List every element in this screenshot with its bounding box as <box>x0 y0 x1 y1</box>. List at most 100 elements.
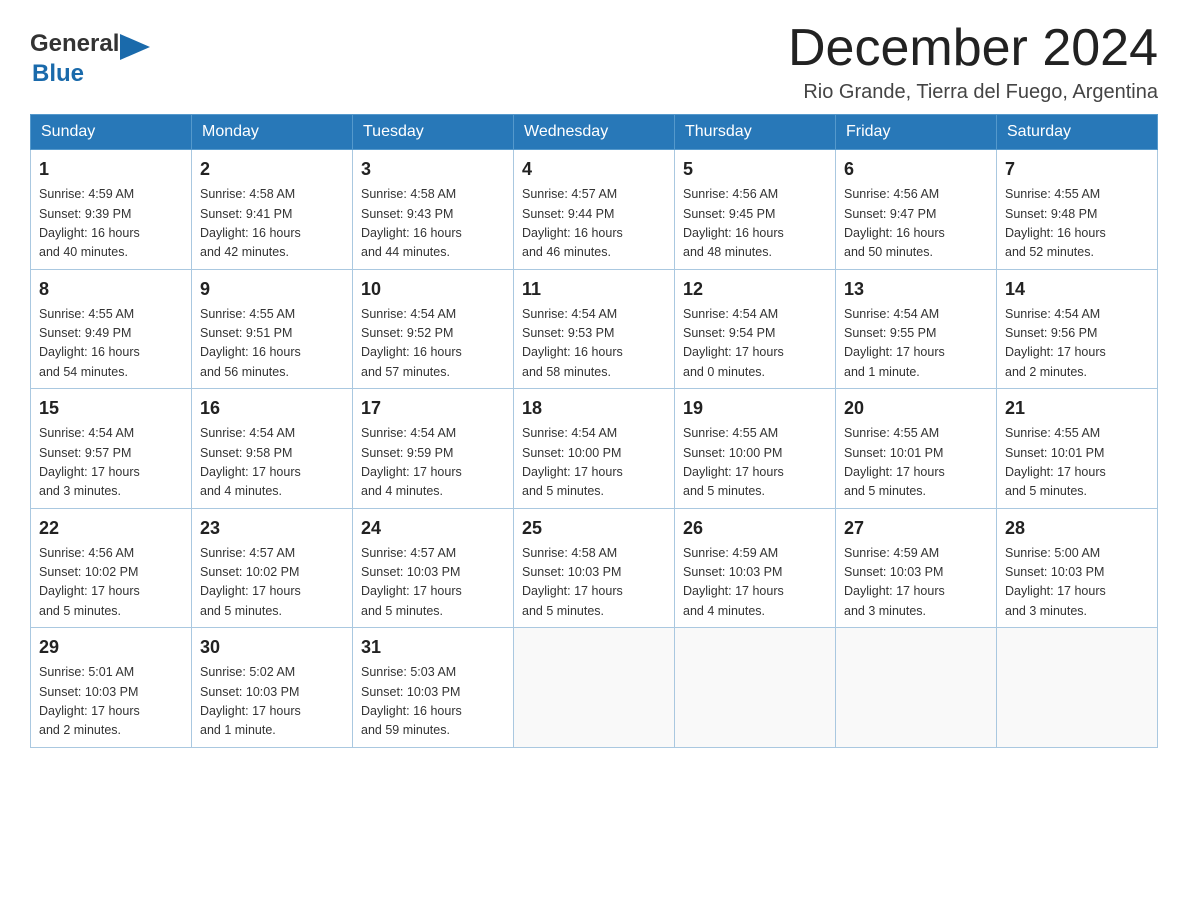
week-row-4: 22Sunrise: 4:56 AM Sunset: 10:02 PM Dayl… <box>31 508 1158 628</box>
day-number: 22 <box>39 515 183 542</box>
calendar-cell: 30Sunrise: 5:02 AM Sunset: 10:03 PM Dayl… <box>192 628 353 748</box>
calendar-cell: 4Sunrise: 4:57 AM Sunset: 9:44 PM Daylig… <box>514 150 675 270</box>
calendar-cell: 23Sunrise: 4:57 AM Sunset: 10:02 PM Dayl… <box>192 508 353 628</box>
day-info: Sunrise: 4:55 AM Sunset: 9:48 PM Dayligh… <box>1005 185 1149 263</box>
calendar-cell: 25Sunrise: 4:58 AM Sunset: 10:03 PM Dayl… <box>514 508 675 628</box>
day-info: Sunrise: 4:58 AM Sunset: 9:41 PM Dayligh… <box>200 185 344 263</box>
day-number: 28 <box>1005 515 1149 542</box>
location-subtitle: Rio Grande, Tierra del Fuego, Argentina <box>788 81 1158 104</box>
day-info: Sunrise: 4:54 AM Sunset: 9:52 PM Dayligh… <box>361 305 505 383</box>
day-number: 16 <box>200 395 344 422</box>
calendar-cell: 18Sunrise: 4:54 AM Sunset: 10:00 PM Dayl… <box>514 389 675 509</box>
day-number: 2 <box>200 156 344 183</box>
day-info: Sunrise: 5:02 AM Sunset: 10:03 PM Daylig… <box>200 663 344 741</box>
day-info: Sunrise: 4:57 AM Sunset: 10:02 PM Daylig… <box>200 544 344 622</box>
day-number: 20 <box>844 395 988 422</box>
day-number: 24 <box>361 515 505 542</box>
calendar-cell: 10Sunrise: 4:54 AM Sunset: 9:52 PM Dayli… <box>353 269 514 389</box>
day-info: Sunrise: 4:58 AM Sunset: 9:43 PM Dayligh… <box>361 185 505 263</box>
calendar-cell: 2Sunrise: 4:58 AM Sunset: 9:41 PM Daylig… <box>192 150 353 270</box>
day-info: Sunrise: 4:54 AM Sunset: 9:58 PM Dayligh… <box>200 424 344 502</box>
day-info: Sunrise: 4:56 AM Sunset: 10:02 PM Daylig… <box>39 544 183 622</box>
day-number: 9 <box>200 276 344 303</box>
day-info: Sunrise: 4:58 AM Sunset: 10:03 PM Daylig… <box>522 544 666 622</box>
calendar-cell: 31Sunrise: 5:03 AM Sunset: 10:03 PM Dayl… <box>353 628 514 748</box>
calendar-cell: 12Sunrise: 4:54 AM Sunset: 9:54 PM Dayli… <box>675 269 836 389</box>
day-number: 29 <box>39 634 183 661</box>
day-info: Sunrise: 4:56 AM Sunset: 9:47 PM Dayligh… <box>844 185 988 263</box>
day-info: Sunrise: 4:57 AM Sunset: 10:03 PM Daylig… <box>361 544 505 622</box>
calendar-cell: 6Sunrise: 4:56 AM Sunset: 9:47 PM Daylig… <box>836 150 997 270</box>
calendar-cell: 15Sunrise: 4:54 AM Sunset: 9:57 PM Dayli… <box>31 389 192 509</box>
logo-icon <box>120 34 150 60</box>
day-number: 21 <box>1005 395 1149 422</box>
calendar-cell: 3Sunrise: 4:58 AM Sunset: 9:43 PM Daylig… <box>353 150 514 270</box>
day-number: 3 <box>361 156 505 183</box>
day-number: 4 <box>522 156 666 183</box>
calendar-cell: 13Sunrise: 4:54 AM Sunset: 9:55 PM Dayli… <box>836 269 997 389</box>
calendar-cell: 29Sunrise: 5:01 AM Sunset: 10:03 PM Dayl… <box>31 628 192 748</box>
calendar-cell: 22Sunrise: 4:56 AM Sunset: 10:02 PM Dayl… <box>31 508 192 628</box>
calendar-cell: 17Sunrise: 4:54 AM Sunset: 9:59 PM Dayli… <box>353 389 514 509</box>
calendar-cell <box>997 628 1158 748</box>
week-row-2: 8Sunrise: 4:55 AM Sunset: 9:49 PM Daylig… <box>31 269 1158 389</box>
calendar-cell <box>675 628 836 748</box>
calendar-cell: 9Sunrise: 4:55 AM Sunset: 9:51 PM Daylig… <box>192 269 353 389</box>
day-info: Sunrise: 4:54 AM Sunset: 9:59 PM Dayligh… <box>361 424 505 502</box>
calendar-cell <box>514 628 675 748</box>
day-number: 25 <box>522 515 666 542</box>
day-number: 13 <box>844 276 988 303</box>
day-info: Sunrise: 5:03 AM Sunset: 10:03 PM Daylig… <box>361 663 505 741</box>
day-number: 17 <box>361 395 505 422</box>
day-number: 5 <box>683 156 827 183</box>
day-info: Sunrise: 4:55 AM Sunset: 10:01 PM Daylig… <box>1005 424 1149 502</box>
calendar-table: SundayMondayTuesdayWednesdayThursdayFrid… <box>30 114 1158 748</box>
day-info: Sunrise: 5:00 AM Sunset: 10:03 PM Daylig… <box>1005 544 1149 622</box>
calendar-cell: 14Sunrise: 4:54 AM Sunset: 9:56 PM Dayli… <box>997 269 1158 389</box>
logo-text: General Blue <box>30 30 151 88</box>
logo-general: General <box>30 30 119 57</box>
calendar-cell: 20Sunrise: 4:55 AM Sunset: 10:01 PM Dayl… <box>836 389 997 509</box>
day-info: Sunrise: 4:57 AM Sunset: 9:44 PM Dayligh… <box>522 185 666 263</box>
calendar-cell: 11Sunrise: 4:54 AM Sunset: 9:53 PM Dayli… <box>514 269 675 389</box>
day-info: Sunrise: 4:54 AM Sunset: 9:56 PM Dayligh… <box>1005 305 1149 383</box>
calendar-cell: 16Sunrise: 4:54 AM Sunset: 9:58 PM Dayli… <box>192 389 353 509</box>
weekday-header-tuesday: Tuesday <box>353 115 514 150</box>
day-info: Sunrise: 4:54 AM Sunset: 9:57 PM Dayligh… <box>39 424 183 502</box>
day-number: 19 <box>683 395 827 422</box>
day-number: 7 <box>1005 156 1149 183</box>
logo-blue: Blue <box>32 60 84 87</box>
calendar-cell: 1Sunrise: 4:59 AM Sunset: 9:39 PM Daylig… <box>31 150 192 270</box>
weekday-header-monday: Monday <box>192 115 353 150</box>
calendar-cell: 5Sunrise: 4:56 AM Sunset: 9:45 PM Daylig… <box>675 150 836 270</box>
day-info: Sunrise: 4:54 AM Sunset: 9:54 PM Dayligh… <box>683 305 827 383</box>
month-title: December 2024 <box>788 20 1158 77</box>
day-info: Sunrise: 4:55 AM Sunset: 9:49 PM Dayligh… <box>39 305 183 383</box>
day-info: Sunrise: 4:55 AM Sunset: 10:01 PM Daylig… <box>844 424 988 502</box>
weekday-header-sunday: Sunday <box>31 115 192 150</box>
day-number: 12 <box>683 276 827 303</box>
day-info: Sunrise: 4:56 AM Sunset: 9:45 PM Dayligh… <box>683 185 827 263</box>
day-number: 10 <box>361 276 505 303</box>
calendar-cell: 7Sunrise: 4:55 AM Sunset: 9:48 PM Daylig… <box>997 150 1158 270</box>
day-number: 14 <box>1005 276 1149 303</box>
day-info: Sunrise: 4:54 AM Sunset: 9:53 PM Dayligh… <box>522 305 666 383</box>
weekday-header-saturday: Saturday <box>997 115 1158 150</box>
day-number: 26 <box>683 515 827 542</box>
calendar-cell: 27Sunrise: 4:59 AM Sunset: 10:03 PM Dayl… <box>836 508 997 628</box>
day-info: Sunrise: 4:55 AM Sunset: 9:51 PM Dayligh… <box>200 305 344 383</box>
day-number: 8 <box>39 276 183 303</box>
day-number: 11 <box>522 276 666 303</box>
calendar-cell <box>836 628 997 748</box>
day-info: Sunrise: 4:59 AM Sunset: 10:03 PM Daylig… <box>844 544 988 622</box>
day-number: 15 <box>39 395 183 422</box>
header: General Blue December 2024 Rio Grande, T… <box>30 20 1158 104</box>
week-row-3: 15Sunrise: 4:54 AM Sunset: 9:57 PM Dayli… <box>31 389 1158 509</box>
day-info: Sunrise: 5:01 AM Sunset: 10:03 PM Daylig… <box>39 663 183 741</box>
weekday-header-friday: Friday <box>836 115 997 150</box>
weekday-header-wednesday: Wednesday <box>514 115 675 150</box>
day-number: 31 <box>361 634 505 661</box>
week-row-1: 1Sunrise: 4:59 AM Sunset: 9:39 PM Daylig… <box>31 150 1158 270</box>
calendar-cell: 24Sunrise: 4:57 AM Sunset: 10:03 PM Dayl… <box>353 508 514 628</box>
logo-area: General Blue <box>30 30 151 88</box>
